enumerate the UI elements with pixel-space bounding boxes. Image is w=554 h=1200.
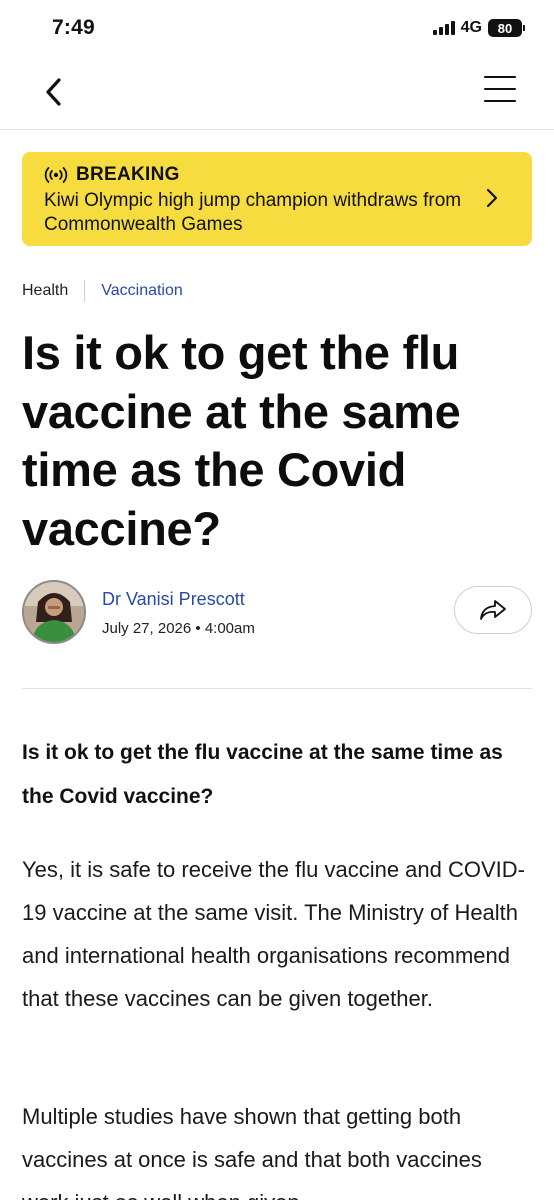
hamburger-menu-button[interactable] (482, 74, 518, 104)
menu-line (484, 100, 516, 102)
chevron-right-icon (486, 188, 498, 208)
breaking-headline: Kiwi Olympic high jump champion withdraw… (44, 190, 462, 235)
article-paragraph: Yes, it is safe to receive the flu vacci… (22, 857, 525, 1011)
category-health[interactable]: Health (22, 282, 84, 300)
menu-line (484, 88, 516, 90)
avatar-image (24, 582, 84, 642)
menu-line (484, 76, 516, 78)
status-time: 7:49 (52, 16, 95, 39)
breaking-header: BREAKING (44, 164, 180, 186)
category-vaccination[interactable]: Vaccination (85, 282, 183, 300)
chevron-left-icon (46, 78, 61, 106)
status-bar: 7:49 4G 80 (0, 0, 554, 62)
battery-icon: 80 (488, 19, 525, 37)
share-arrow-icon (480, 600, 506, 620)
author-name[interactable]: Dr Vanisi Prescott (102, 589, 245, 610)
broadcast-icon (44, 167, 68, 183)
article-paragraph: Multiple studies have shown that getting… (22, 1104, 482, 1200)
divider (22, 688, 532, 689)
author-avatar[interactable] (22, 580, 86, 644)
battery-level: 80 (497, 20, 513, 36)
top-nav (0, 62, 554, 130)
category-breadcrumb: Health Vaccination (22, 280, 183, 302)
author-block: Dr Vanisi Prescott July 27, 2026 • 4:00a… (22, 580, 532, 646)
breaking-label: BREAKING (76, 164, 180, 185)
publish-date: July 27, 2026 • 4:00am (102, 620, 255, 637)
status-indicators: 4G 80 (432, 19, 525, 37)
share-button[interactable] (454, 586, 532, 634)
article-subhead: Is it ok to get the flu vaccine at the s… (22, 741, 503, 808)
breaking-news-banner[interactable]: BREAKING Kiwi Olympic high jump champion… (22, 152, 532, 246)
cellular-signal-icon (432, 21, 455, 35)
back-button[interactable] (34, 72, 74, 112)
network-type: 4G (460, 19, 482, 36)
article-headline: Is it ok to get the flu vaccine at the s… (22, 326, 461, 555)
